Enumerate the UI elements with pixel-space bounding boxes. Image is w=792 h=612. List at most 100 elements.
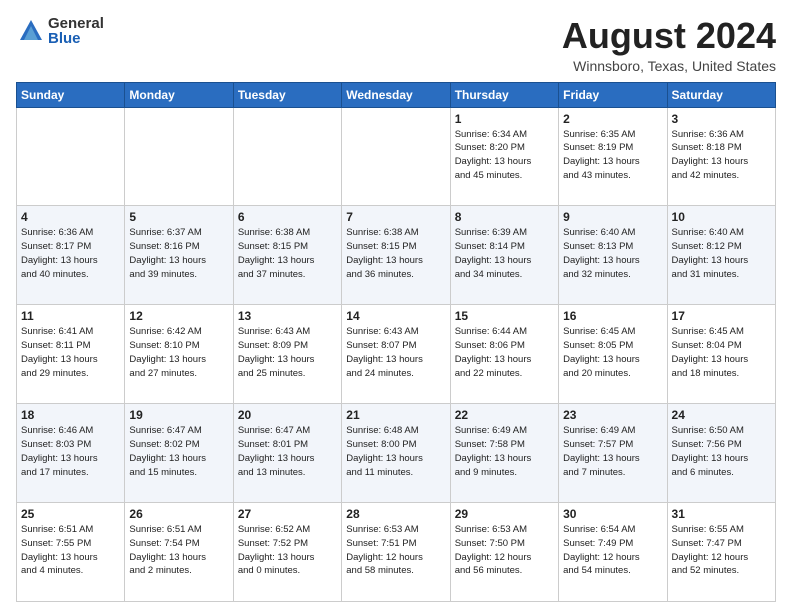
calendar-header: SundayMondayTuesdayWednesdayThursdayFrid… <box>17 82 776 107</box>
calendar-cell: 15 Sunrise: 6:44 AM Sunset: 8:06 PM Dayli… <box>450 305 558 404</box>
logo-general: General <box>48 16 104 31</box>
day-info: Sunrise: 6:55 AM Sunset: 7:47 PM Dayligh… <box>672 523 771 578</box>
calendar-cell: 14Sunrise: 6:43 AM Sunset: 8:07 PM Dayli… <box>342 305 450 404</box>
day-info: Sunrise: 6:46 AM Sunset: 8:03 PM Dayligh… <box>21 424 120 479</box>
calendar-cell: 13Sunrise: 6:43 AM Sunset: 8:09 PM Dayli… <box>233 305 341 404</box>
calendar-cell: 19Sunrise: 6:47 AM Sunset: 8:02 PM Dayli… <box>125 404 233 503</box>
day-number: 10 <box>672 210 771 224</box>
day-number: 15 <box>455 309 554 323</box>
day-number: 6 <box>238 210 337 224</box>
page: General Blue August 2024 Winnsboro, Texa… <box>0 0 792 612</box>
calendar-cell: 24Sunrise: 6:50 AM Sunset: 7:56 PM Dayli… <box>667 404 775 503</box>
calendar-cell: 27 Sunrise: 6:52 AM Sunset: 7:52 PM Dayli… <box>233 503 341 602</box>
day-number: 3 <box>672 112 771 126</box>
calendar-cell: 29 Sunrise: 6:53 AM Sunset: 7:50 PM Dayli… <box>450 503 558 602</box>
weekday-header-thursday: Thursday <box>450 82 558 107</box>
day-number: 20 <box>238 408 337 422</box>
day-info: Sunrise: 6:51 AM Sunset: 7:54 PM Dayligh… <box>129 523 228 578</box>
day-info: Sunrise: 6:49 AM Sunset: 7:57 PM Dayligh… <box>563 424 662 479</box>
day-number: 8 <box>455 210 554 224</box>
day-number: 21 <box>346 408 445 422</box>
title-block: August 2024 Winnsboro, Texas, United Sta… <box>562 16 776 74</box>
weekday-header-saturday: Saturday <box>667 82 775 107</box>
day-info: Sunrise: 6:45 AM Sunset: 8:04 PM Dayligh… <box>672 325 771 380</box>
day-number: 16 <box>563 309 662 323</box>
day-info: Sunrise: 6:43 AM Sunset: 8:07 PM Dayligh… <box>346 325 445 380</box>
calendar-cell: 16 Sunrise: 6:45 AM Sunset: 8:05 PM Dayli… <box>559 305 667 404</box>
logo-blue: Blue <box>48 31 104 46</box>
calendar-cell: 31 Sunrise: 6:55 AM Sunset: 7:47 PM Dayli… <box>667 503 775 602</box>
weekday-row: SundayMondayTuesdayWednesdayThursdayFrid… <box>17 82 776 107</box>
calendar-cell: 17Sunrise: 6:45 AM Sunset: 8:04 PM Dayli… <box>667 305 775 404</box>
day-info: Sunrise: 6:38 AM Sunset: 8:15 PM Dayligh… <box>346 226 445 281</box>
day-number: 1 <box>455 112 554 126</box>
calendar-cell: 1 Sunrise: 6:34 AM Sunset: 8:20 PM Daylig… <box>450 107 558 206</box>
day-number: 23 <box>563 408 662 422</box>
calendar-cell: 12Sunrise: 6:42 AM Sunset: 8:10 PM Dayli… <box>125 305 233 404</box>
calendar-cell <box>233 107 341 206</box>
month-title: August 2024 <box>562 16 776 56</box>
day-info: Sunrise: 6:40 AM Sunset: 8:12 PM Dayligh… <box>672 226 771 281</box>
calendar-cell: 10 Sunrise: 6:40 AM Sunset: 8:12 PM Dayli… <box>667 206 775 305</box>
day-info: Sunrise: 6:44 AM Sunset: 8:06 PM Dayligh… <box>455 325 554 380</box>
calendar-week-0: 1 Sunrise: 6:34 AM Sunset: 8:20 PM Daylig… <box>17 107 776 206</box>
day-info: Sunrise: 6:54 AM Sunset: 7:49 PM Dayligh… <box>563 523 662 578</box>
calendar-cell <box>342 107 450 206</box>
calendar-cell: 23 Sunrise: 6:49 AM Sunset: 7:57 PM Dayli… <box>559 404 667 503</box>
day-info: Sunrise: 6:42 AM Sunset: 8:10 PM Dayligh… <box>129 325 228 380</box>
logo: General Blue <box>16 16 104 46</box>
calendar-cell <box>17 107 125 206</box>
weekday-header-wednesday: Wednesday <box>342 82 450 107</box>
calendar-cell: 2 Sunrise: 6:35 AM Sunset: 8:19 PM Daylig… <box>559 107 667 206</box>
day-info: Sunrise: 6:53 AM Sunset: 7:50 PM Dayligh… <box>455 523 554 578</box>
day-number: 19 <box>129 408 228 422</box>
day-info: Sunrise: 6:45 AM Sunset: 8:05 PM Dayligh… <box>563 325 662 380</box>
day-info: Sunrise: 6:41 AM Sunset: 8:11 PM Dayligh… <box>21 325 120 380</box>
location: Winnsboro, Texas, United States <box>562 58 776 74</box>
day-number: 2 <box>563 112 662 126</box>
day-number: 28 <box>346 507 445 521</box>
day-number: 11 <box>21 309 120 323</box>
calendar-cell: 11 Sunrise: 6:41 AM Sunset: 8:11 PM Dayli… <box>17 305 125 404</box>
calendar-cell <box>125 107 233 206</box>
day-number: 18 <box>21 408 120 422</box>
calendar-cell: 30 Sunrise: 6:54 AM Sunset: 7:49 PM Dayli… <box>559 503 667 602</box>
day-number: 25 <box>21 507 120 521</box>
day-info: Sunrise: 6:53 AM Sunset: 7:51 PM Dayligh… <box>346 523 445 578</box>
day-number: 24 <box>672 408 771 422</box>
weekday-header-monday: Monday <box>125 82 233 107</box>
calendar-cell: 26Sunrise: 6:51 AM Sunset: 7:54 PM Dayli… <box>125 503 233 602</box>
calendar-cell: 25 Sunrise: 6:51 AM Sunset: 7:55 PM Dayli… <box>17 503 125 602</box>
calendar-week-2: 11 Sunrise: 6:41 AM Sunset: 8:11 PM Dayli… <box>17 305 776 404</box>
calendar-cell: 18 Sunrise: 6:46 AM Sunset: 8:03 PM Dayli… <box>17 404 125 503</box>
day-number: 29 <box>455 507 554 521</box>
day-number: 4 <box>21 210 120 224</box>
day-info: Sunrise: 6:36 AM Sunset: 8:17 PM Dayligh… <box>21 226 120 281</box>
calendar-cell: 20 Sunrise: 6:47 AM Sunset: 8:01 PM Dayli… <box>233 404 341 503</box>
calendar-cell: 21 Sunrise: 6:48 AM Sunset: 8:00 PM Dayli… <box>342 404 450 503</box>
day-number: 30 <box>563 507 662 521</box>
calendar-cell: 7 Sunrise: 6:38 AM Sunset: 8:15 PM Daylig… <box>342 206 450 305</box>
calendar-week-4: 25 Sunrise: 6:51 AM Sunset: 7:55 PM Dayli… <box>17 503 776 602</box>
day-info: Sunrise: 6:48 AM Sunset: 8:00 PM Dayligh… <box>346 424 445 479</box>
weekday-header-sunday: Sunday <box>17 82 125 107</box>
calendar-cell: 6Sunrise: 6:38 AM Sunset: 8:15 PM Daylig… <box>233 206 341 305</box>
day-number: 31 <box>672 507 771 521</box>
logo-text: General Blue <box>48 16 104 46</box>
weekday-header-friday: Friday <box>559 82 667 107</box>
day-info: Sunrise: 6:47 AM Sunset: 8:01 PM Dayligh… <box>238 424 337 479</box>
day-info: Sunrise: 6:34 AM Sunset: 8:20 PM Dayligh… <box>455 128 554 183</box>
day-number: 27 <box>238 507 337 521</box>
day-number: 5 <box>129 210 228 224</box>
calendar-cell: 22Sunrise: 6:49 AM Sunset: 7:58 PM Dayli… <box>450 404 558 503</box>
calendar-cell: 9Sunrise: 6:40 AM Sunset: 8:13 PM Daylig… <box>559 206 667 305</box>
day-info: Sunrise: 6:40 AM Sunset: 8:13 PM Dayligh… <box>563 226 662 281</box>
calendar: SundayMondayTuesdayWednesdayThursdayFrid… <box>16 82 776 602</box>
logo-icon <box>16 16 46 46</box>
day-info: Sunrise: 6:52 AM Sunset: 7:52 PM Dayligh… <box>238 523 337 578</box>
day-info: Sunrise: 6:37 AM Sunset: 8:16 PM Dayligh… <box>129 226 228 281</box>
day-info: Sunrise: 6:51 AM Sunset: 7:55 PM Dayligh… <box>21 523 120 578</box>
day-number: 7 <box>346 210 445 224</box>
day-info: Sunrise: 6:35 AM Sunset: 8:19 PM Dayligh… <box>563 128 662 183</box>
calendar-week-3: 18 Sunrise: 6:46 AM Sunset: 8:03 PM Dayli… <box>17 404 776 503</box>
